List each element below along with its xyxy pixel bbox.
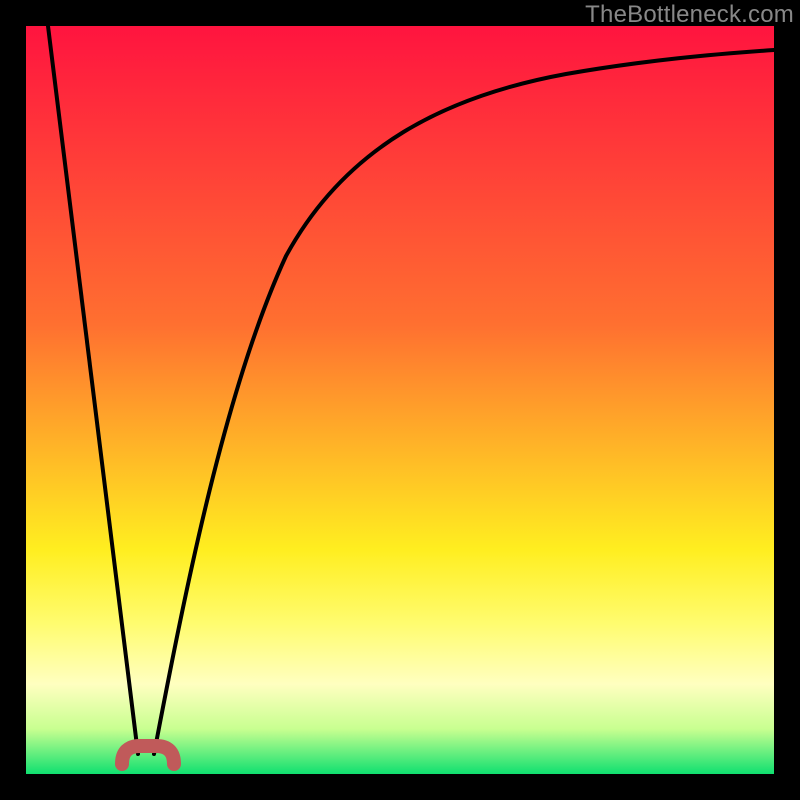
- chart-svg: [26, 26, 774, 774]
- watermark-text: TheBottleneck.com: [585, 1, 794, 29]
- chart-frame: TheBottleneck.com: [0, 0, 800, 800]
- gradient-background: [26, 26, 774, 774]
- chart-plot-area: [26, 26, 774, 774]
